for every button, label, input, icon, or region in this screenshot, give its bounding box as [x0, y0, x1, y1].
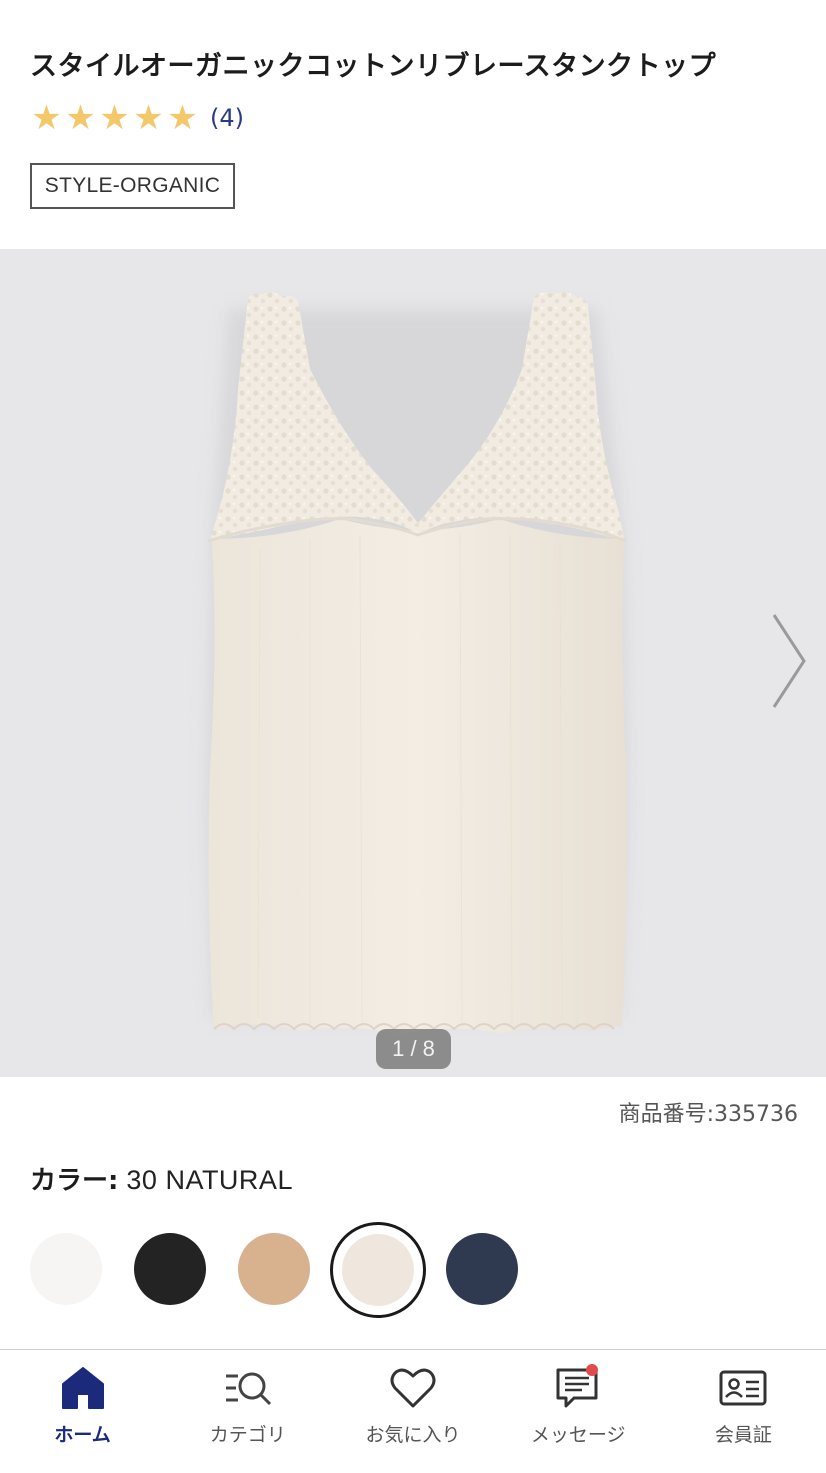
chevron-right-icon[interactable] [768, 611, 808, 711]
star-icon: ★ [31, 97, 62, 138]
nav-favorites[interactable]: お気に入り [330, 1350, 495, 1473]
color-label-title: カラー: [30, 1166, 119, 1196]
heart-icon [389, 1364, 437, 1412]
color-label: カラー: 30 NATURAL [30, 1160, 293, 1197]
item-number: 商品番号:335736 [618, 1102, 798, 1127]
star-rating: ★ ★ ★ ★ ★ [30, 97, 200, 138]
message-icon [554, 1364, 602, 1412]
nav-member-card[interactable]: 会員証 [661, 1350, 826, 1473]
star-icon: ★ [65, 97, 96, 138]
nav-favorites-label: お気に入り [365, 1424, 461, 1446]
star-icon: ★ [167, 97, 198, 138]
color-swatch-white[interactable] [30, 1233, 102, 1305]
image-counter: 1 / 8 [376, 1029, 451, 1069]
color-swatch-natural-selected[interactable] [330, 1222, 426, 1318]
star-icon: ★ [133, 97, 164, 138]
nav-message[interactable]: メッセージ [496, 1350, 661, 1473]
member-card-icon [719, 1364, 767, 1412]
bottom-navigation: ホーム カテゴリ お気に入り メッセージ 会員証 [0, 1349, 826, 1473]
color-swatch-beige[interactable] [238, 1233, 310, 1305]
review-count-link[interactable]: (4) [210, 104, 244, 132]
color-swatch-navy[interactable] [446, 1233, 518, 1305]
color-swatch-black[interactable] [134, 1233, 206, 1305]
nav-member-card-label: 会員証 [714, 1424, 772, 1446]
selected-color-value: 30 NATURAL [126, 1165, 293, 1195]
color-swatch-list [0, 1222, 826, 1318]
category-search-icon [224, 1364, 272, 1412]
nav-home[interactable]: ホーム [0, 1350, 165, 1473]
product-image [206, 292, 628, 1035]
color-swatch-natural [342, 1234, 414, 1306]
home-icon [59, 1364, 107, 1412]
nav-category[interactable]: カテゴリ [165, 1350, 330, 1473]
star-icon: ★ [99, 97, 130, 138]
rating-row[interactable]: ★ ★ ★ ★ ★ (4) [30, 100, 244, 136]
nav-message-label: メッセージ [530, 1424, 626, 1446]
brand-tag[interactable]: STYLE-ORGANIC [30, 163, 235, 209]
nav-home-label: ホーム [54, 1424, 111, 1446]
product-image-gallery[interactable]: 1 / 8 [0, 249, 826, 1077]
nav-category-label: カテゴリ [209, 1424, 286, 1446]
product-title: スタイルオーガニックコットンリブレースタンクトップ [30, 51, 717, 82]
